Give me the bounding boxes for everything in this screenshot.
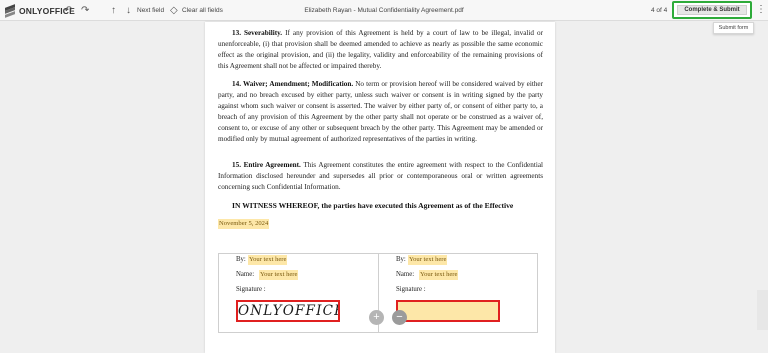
right-name-field[interactable]: Your text here — [419, 270, 459, 280]
section-15-entire-agreement: 15. Entire Agreement. This Agreement con… — [218, 160, 543, 193]
left-by-label: By: — [236, 256, 246, 263]
next-field-button[interactable]: Next field — [137, 4, 164, 17]
section-13-title: 13. Severability. — [232, 29, 283, 37]
clear-all-fields-button[interactable]: Clear all fields — [182, 4, 223, 17]
effective-date-field[interactable]: November 5, 2024 — [218, 219, 270, 229]
left-signature-field[interactable]: ONLYOFFICE — [236, 300, 340, 322]
section-14-body: No term or provision hereof will be cons… — [218, 80, 544, 143]
complete-submit-highlight: Complete & Submit — [672, 1, 752, 19]
left-signature-label: Signature : — [236, 286, 266, 293]
more-options-icon[interactable]: ⋮ — [756, 3, 766, 16]
section-14-title: 14. Waiver; Amendment; Modification. — [232, 80, 354, 88]
right-by-label: By: — [396, 256, 406, 263]
witness-statement: IN WITNESS WHEREOF, the parties have exe… — [232, 201, 514, 210]
redo-icon[interactable]: ↷ — [81, 4, 89, 17]
section-15-title: 15. Entire Agreement. — [232, 161, 301, 169]
left-by-field[interactable]: Your text here — [248, 255, 288, 265]
left-signature-image: ONLYOFFICE — [238, 303, 338, 319]
page-counter: 4 of 4 — [651, 7, 668, 14]
submit-form-tooltip: Submit form — [713, 22, 754, 34]
right-signature-field[interactable] — [396, 300, 500, 322]
section-13-severability: 13. Severability. If any provision of th… — [218, 28, 543, 72]
previous-field-icon[interactable]: ↑ — [111, 4, 116, 17]
complete-submit-button[interactable]: Complete & Submit — [677, 5, 747, 15]
left-name-label: Name: — [236, 271, 255, 278]
right-by-field[interactable]: Your text here — [408, 255, 448, 265]
left-name-field[interactable]: Your text here — [259, 270, 299, 280]
clear-fields-icon[interactable]: ◇ — [170, 4, 178, 17]
remove-signature-icon[interactable]: − — [392, 310, 407, 325]
undo-icon[interactable]: ↶ — [64, 4, 72, 17]
next-field-arrow-icon[interactable]: ↓ — [126, 4, 131, 17]
add-signature-icon[interactable]: + — [369, 310, 384, 325]
right-scroll-strip[interactable] — [757, 290, 768, 330]
section-14-waiver: 14. Waiver; Amendment; Modification. No … — [218, 79, 543, 145]
right-name-label: Name: — [396, 271, 415, 278]
top-toolbar: ONLYOFFICE ↶ ↷ ↑ ↓ Next field ◇ Clear al… — [0, 0, 768, 21]
right-signature-label: Signature : — [396, 286, 426, 293]
onlyoffice-logo-icon — [5, 3, 15, 18]
